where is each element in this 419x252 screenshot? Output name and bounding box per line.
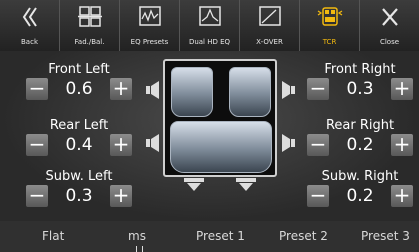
fader-balance-icon	[77, 6, 102, 27]
subw-right-minus-button[interactable]: −	[307, 185, 329, 207]
subwoofer-right-icon	[236, 178, 256, 191]
front-right-speaker-icon	[282, 81, 295, 99]
dual-hd-eq-icon	[198, 6, 221, 26]
front-right-value: 0.3	[346, 79, 374, 99]
close-label: Close	[379, 38, 400, 46]
front-right-seat[interactable]	[229, 67, 271, 117]
front-left-label: Front Left	[48, 62, 110, 77]
tcr-panel: Front Left − 0.6 + Front Right − 0.3 + R…	[0, 51, 419, 221]
subw-right-label: Subw. Right	[321, 169, 399, 184]
rear-bench-seat[interactable]	[170, 121, 272, 173]
close-button[interactable]: Close	[360, 0, 419, 51]
crossover-icon	[258, 6, 281, 26]
subw-left-label: Subw. Left	[45, 169, 113, 184]
front-left-value: 0.6	[65, 79, 93, 99]
rear-right-value: 0.2	[346, 135, 374, 155]
tcr-icon	[317, 7, 342, 26]
eq-presets-button[interactable]: EQ Presets	[120, 0, 180, 51]
tcr-label: TCR	[322, 38, 337, 46]
rear-right-plus-button[interactable]: +	[391, 134, 413, 156]
car-seating-diagram	[163, 59, 277, 177]
rear-left-plus-button[interactable]: +	[110, 134, 132, 156]
front-left-minus-button[interactable]: −	[26, 78, 48, 100]
subw-left-value: 0.3	[65, 186, 93, 206]
back-button[interactable]: Back	[0, 0, 60, 51]
x-over-button[interactable]: X-OVER	[240, 0, 300, 51]
rear-right-minus-button[interactable]: −	[307, 134, 329, 156]
preset-2-button[interactable]: Preset 2	[279, 229, 328, 243]
dual-hd-eq-label: Dual HD EQ	[188, 38, 231, 46]
subwoofer-left-icon	[184, 178, 204, 191]
preset-3-button[interactable]: Preset 3	[361, 229, 410, 243]
front-right-label: Front Right	[324, 62, 396, 77]
eq-presets-icon	[138, 6, 161, 26]
subw-left-plus-button[interactable]: +	[110, 185, 132, 207]
subw-right-plus-button[interactable]: +	[391, 185, 413, 207]
tcr-button[interactable]: TCR	[300, 0, 360, 51]
front-right-plus-button[interactable]: +	[391, 78, 413, 100]
subw-left-minus-button[interactable]: −	[26, 185, 48, 207]
front-left-plus-button[interactable]: +	[110, 78, 132, 100]
x-over-label: X-OVER	[256, 38, 283, 46]
flat-button[interactable]: Flat	[42, 229, 64, 243]
dual-hd-eq-button[interactable]: Dual HD EQ	[180, 0, 240, 51]
unit-ms-button[interactable]: ms	[128, 229, 146, 243]
close-icon	[381, 8, 398, 26]
fader-balance-button[interactable]: Fad./Bal.	[60, 0, 120, 51]
subw-right-value: 0.2	[346, 186, 374, 206]
rear-left-minus-button[interactable]: −	[26, 134, 48, 156]
rear-right-label: Rear Right	[325, 118, 395, 133]
front-right-minus-button[interactable]: −	[307, 78, 329, 100]
preset-bar: Flat ms Preset 1 Preset 2 Preset 3	[0, 221, 419, 252]
preset-1-button[interactable]: Preset 1	[196, 229, 245, 243]
front-left-seat[interactable]	[171, 67, 213, 117]
eq-presets-label: EQ Presets	[130, 38, 169, 46]
front-left-speaker-icon	[146, 81, 159, 99]
unit-toggle-indicator	[136, 246, 143, 252]
toolbar: Back Fad./Bal. EQ Presets Dual HD EQ X-O…	[0, 0, 419, 51]
back-label: Back	[21, 38, 38, 46]
rear-left-label: Rear Left	[49, 118, 109, 133]
fader-balance-label: Fad./Bal.	[74, 38, 105, 46]
back-chevrons-icon	[22, 7, 37, 27]
rear-right-speaker-icon	[282, 134, 295, 152]
rear-left-speaker-icon	[146, 134, 159, 152]
rear-left-value: 0.4	[65, 135, 93, 155]
